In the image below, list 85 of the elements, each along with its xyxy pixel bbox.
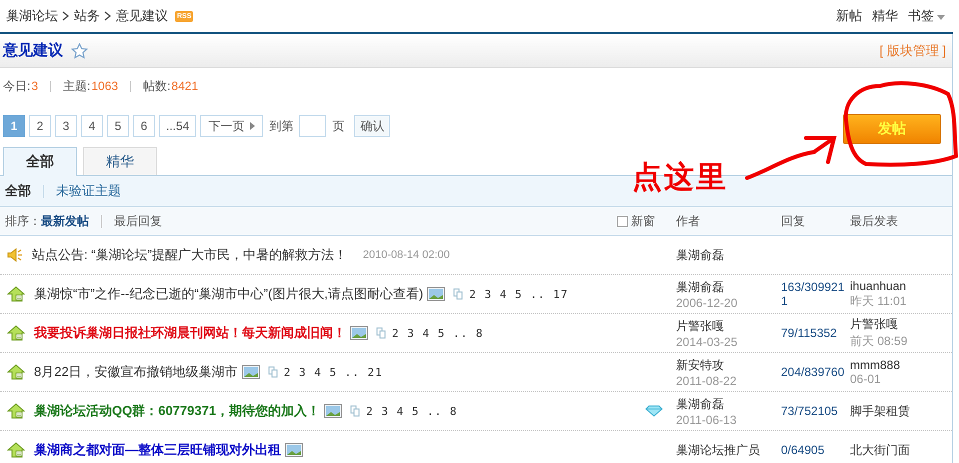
- house-icon: [7, 364, 25, 380]
- breadcrumb-link[interactable]: 巢湖论坛: [6, 7, 58, 25]
- reply-count: 0/64905: [781, 443, 826, 457]
- speaker-icon: [7, 248, 23, 262]
- goto-label: 到第: [269, 118, 294, 134]
- page-links[interactable]: 2 3 4 5 .. 8: [366, 404, 458, 418]
- page-link[interactable]: 3: [55, 115, 77, 137]
- page-link[interactable]: 2: [29, 115, 51, 137]
- triangle-icon: [250, 122, 256, 130]
- tab[interactable]: 全部: [3, 147, 77, 176]
- new-window-toggle[interactable]: 新窗: [617, 212, 676, 230]
- author-link[interactable]: 巢湖俞磊: [676, 278, 781, 296]
- column-header: 最后发表: [850, 212, 899, 230]
- column-header: 作者: [676, 212, 701, 230]
- thread-title[interactable]: 8月22日，安徽宣布撤销地级巢湖市: [34, 363, 238, 381]
- last-poster-link[interactable]: 片警张嘎: [850, 316, 952, 333]
- confirm-button[interactable]: 确认: [354, 115, 390, 137]
- page-label: 页: [332, 118, 344, 134]
- checkbox[interactable]: [617, 216, 628, 226]
- nav-link[interactable]: 新帖: [836, 7, 862, 25]
- reply-count: 163/3099211: [781, 280, 845, 308]
- last-poster-link[interactable]: ihuanhuan: [850, 278, 952, 292]
- last-post-time: 昨天 11:01: [850, 292, 908, 310]
- house-icon: [7, 403, 25, 419]
- stat-value: 1063: [91, 79, 118, 93]
- sort-option[interactable]: 最新发帖: [41, 212, 89, 230]
- pages-icon: [453, 288, 464, 300]
- page-link[interactable]: 4: [81, 115, 103, 137]
- author-date: 2011-06-13: [676, 412, 738, 426]
- stat-label: 今日:: [3, 78, 30, 94]
- page-input[interactable]: [299, 115, 326, 137]
- thread-title[interactable]: 巢湖商之都对面—整体三层旺铺现对外出租: [34, 441, 281, 459]
- reply-count: 79/115352: [781, 326, 838, 340]
- post-date: 2010-08-14 02:00: [362, 249, 450, 261]
- sort-option[interactable]: 最后回复: [114, 212, 162, 230]
- stat-label: 主题:: [63, 78, 90, 94]
- house-icon: [7, 325, 25, 341]
- house-icon: [7, 286, 25, 302]
- filter-link[interactable]: 未验证主题: [56, 182, 121, 200]
- tab[interactable]: 精华: [83, 147, 157, 175]
- column-header: 回复: [781, 212, 806, 230]
- author-date: 2014-03-25: [676, 334, 738, 348]
- favorite-star-icon: [71, 42, 88, 58]
- author-link[interactable]: 巢湖俞磊: [676, 246, 781, 264]
- thread-title[interactable]: 巢湖论坛活动QQ群：60779371，期待您的加入！: [34, 402, 320, 420]
- nav-link[interactable]: 精华: [872, 7, 898, 25]
- thread-title[interactable]: 我要投诉巢湖日报社环湖晨刊网站！每天新闻成旧闻！: [34, 324, 346, 342]
- annotation-text: 点这里: [632, 160, 728, 196]
- last-post-time: 06-01: [850, 372, 882, 386]
- author-link[interactable]: 巢湖俞磊: [676, 396, 781, 412]
- page-link[interactable]: 6: [133, 115, 155, 137]
- house-icon: [7, 442, 25, 458]
- page-link[interactable]: 5: [107, 115, 129, 137]
- last-poster-link[interactable]: 北大街门面: [850, 442, 952, 458]
- thread-title[interactable]: 巢湖惊“市”之作--纪念已逝的“巢湖市中心”(图片很大,请点图耐心查看): [34, 285, 424, 303]
- pages-icon: [350, 405, 360, 417]
- author-date: 2006-12-20: [676, 296, 738, 310]
- nav-link[interactable]: 书签: [908, 7, 945, 25]
- sort-label: 排序：: [5, 212, 41, 230]
- forum-title: 意见建议: [3, 41, 63, 60]
- stat-label: 帖数:: [143, 78, 170, 94]
- page-links[interactable]: 2 3 4 5 .. 21: [284, 366, 383, 378]
- breadcrumb-link[interactable]: 意见建议: [116, 7, 168, 25]
- author-link[interactable]: 片警张嘎: [676, 318, 781, 334]
- chevron-icon: [104, 11, 112, 21]
- filter-link[interactable]: 全部: [5, 182, 31, 200]
- author-link[interactable]: 巢湖论坛推广员: [676, 442, 781, 458]
- last-poster-link[interactable]: mmm888: [850, 358, 952, 372]
- thread-title[interactable]: 站点公告: “巢湖论坛”提醒广大市民，中暑的解救方法！: [32, 246, 347, 264]
- page-links[interactable]: 2 3 4 5 .. 8: [392, 326, 484, 340]
- last-poster-link[interactable]: 脚手架租赁: [850, 402, 952, 420]
- pages-icon: [268, 366, 278, 378]
- author-date: 2011-08-22: [676, 374, 738, 388]
- reply-count: 204/839760: [781, 365, 845, 379]
- last-post-time: 前天 08:59: [850, 333, 908, 350]
- next-page-button[interactable]: 下一页: [200, 115, 264, 137]
- author-link[interactable]: 新安特攻: [676, 356, 781, 374]
- page-links[interactable]: 2 3 4 5 .. 17: [469, 288, 568, 300]
- page-link[interactable]: ...54: [159, 115, 196, 137]
- chevron-icon: [62, 11, 70, 21]
- breadcrumb-link[interactable]: 站务: [74, 7, 100, 25]
- pages-icon: [376, 327, 386, 339]
- stat-value: 3: [31, 79, 38, 93]
- reply-count: 73/752105: [781, 404, 839, 418]
- stat-value: 8421: [171, 79, 198, 93]
